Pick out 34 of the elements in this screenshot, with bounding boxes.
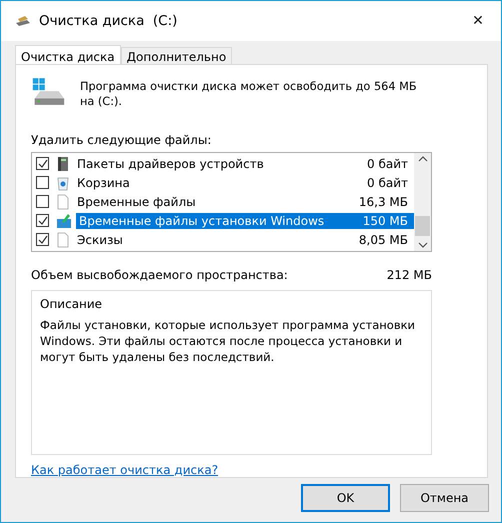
server-icon [56, 156, 70, 172]
file-row[interactable]: Корзина 0 байт [74, 174, 414, 190]
file-row[interactable]: Временные файлы установки Windows 150 МБ [76, 212, 414, 228]
scroll-down-icon[interactable] [418, 242, 428, 248]
checkbox[interactable] [36, 157, 49, 170]
close-button[interactable]: ✕ [455, 1, 501, 41]
total-value: 212 МБ [386, 268, 432, 282]
tab[interactable]: Очистка диска [15, 45, 121, 64]
dialog-button[interactable]: Отмена [400, 484, 489, 512]
checkbox[interactable] [36, 214, 49, 227]
checkbox[interactable] [36, 233, 49, 246]
file-icon [56, 232, 70, 248]
file-icon [56, 194, 70, 210]
files-label: Удалить следующие файлы: [31, 133, 212, 147]
scrollbar[interactable] [414, 153, 431, 251]
check-icon [38, 158, 48, 168]
scroll-thumb[interactable] [415, 216, 430, 236]
recycle-bin-icon [56, 174, 70, 190]
dialog-button[interactable]: OK [301, 484, 390, 512]
help-link[interactable]: Как работает очистка диска? [31, 463, 218, 477]
description-text: Файлы установки, которые использует программа установки Windows. Эти файлы остаются после процесса установки и могут быть удалены без последствий. [40, 317, 416, 365]
scroll-up-icon[interactable] [418, 156, 428, 162]
intro-text: Программа очистки диска может освободить до 564 МБ на (C:). [80, 79, 418, 109]
window-title: Очистка диска (C:) [39, 13, 178, 29]
setup-icon [56, 212, 72, 228]
total-label: Объем высвобождаемого пространства: [31, 268, 288, 282]
file-row[interactable]: Пакеты драйверов устройств 0 байт [74, 156, 414, 172]
checkbox[interactable] [36, 195, 49, 208]
tab[interactable]: Дополнительно [120, 47, 232, 64]
file-row[interactable]: Эскизы 8,05 МБ [74, 232, 414, 248]
checkbox[interactable] [36, 176, 49, 189]
file-row[interactable]: Временные файлы 16,3 МБ [74, 194, 414, 210]
group-title: Описание [40, 297, 104, 311]
disk-cleanup-icon [15, 15, 31, 27]
